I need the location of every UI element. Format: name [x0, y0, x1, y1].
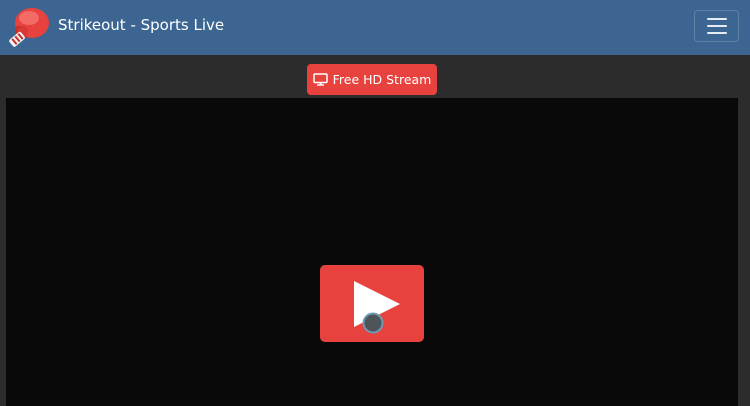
navbar-menu-button[interactable] — [694, 10, 739, 42]
video-player[interactable] — [6, 98, 738, 406]
free-hd-stream-label: Free HD Stream — [332, 72, 432, 87]
hamburger-menu-icon — [706, 18, 727, 20]
monitor-icon — [312, 73, 328, 86]
top-navbar: Strikeout - Sports Live — [0, 0, 750, 55]
boxing-glove-icon[interactable] — [7, 4, 51, 48]
free-hd-stream-button[interactable]: Free HD Stream — [307, 64, 437, 95]
brand-title[interactable]: Strikeout - Sports Live — [58, 15, 224, 35]
hamburger-menu-icon-bar — [706, 25, 727, 27]
loading-spinner-icon — [362, 312, 384, 334]
hamburger-menu-icon-bar — [706, 32, 727, 34]
stream-bar: Free HD Stream — [0, 55, 750, 98]
